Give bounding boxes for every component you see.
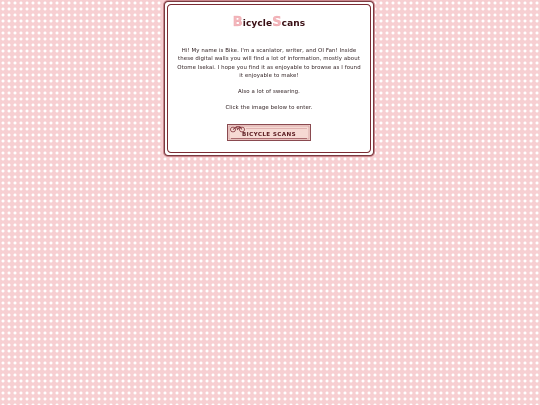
intro-card-inner: BicycleScans Hi! My name is Bike. I'm a … (167, 4, 371, 153)
site-title: BicycleScans (168, 15, 370, 31)
site-title-word-2: cans (281, 19, 306, 29)
enter-prompt: Click the image below to enter. (225, 105, 313, 112)
enter-banner-button[interactable]: BICYCLE SCANS (227, 123, 311, 141)
site-title-cap-b: B (232, 15, 243, 30)
site-title-cap-s: S (272, 15, 282, 30)
intro-paragraph: Hi! My name is Bike. I'm a scanlator, wr… (177, 48, 361, 79)
swearing-note: Also a lot of swearing. (238, 89, 300, 96)
intro-card: BicycleScans Hi! My name is Bike. I'm a … (164, 1, 374, 156)
banner-label: BICYCLE SCANS (241, 132, 297, 139)
site-title-word-1: icycle (242, 19, 273, 29)
